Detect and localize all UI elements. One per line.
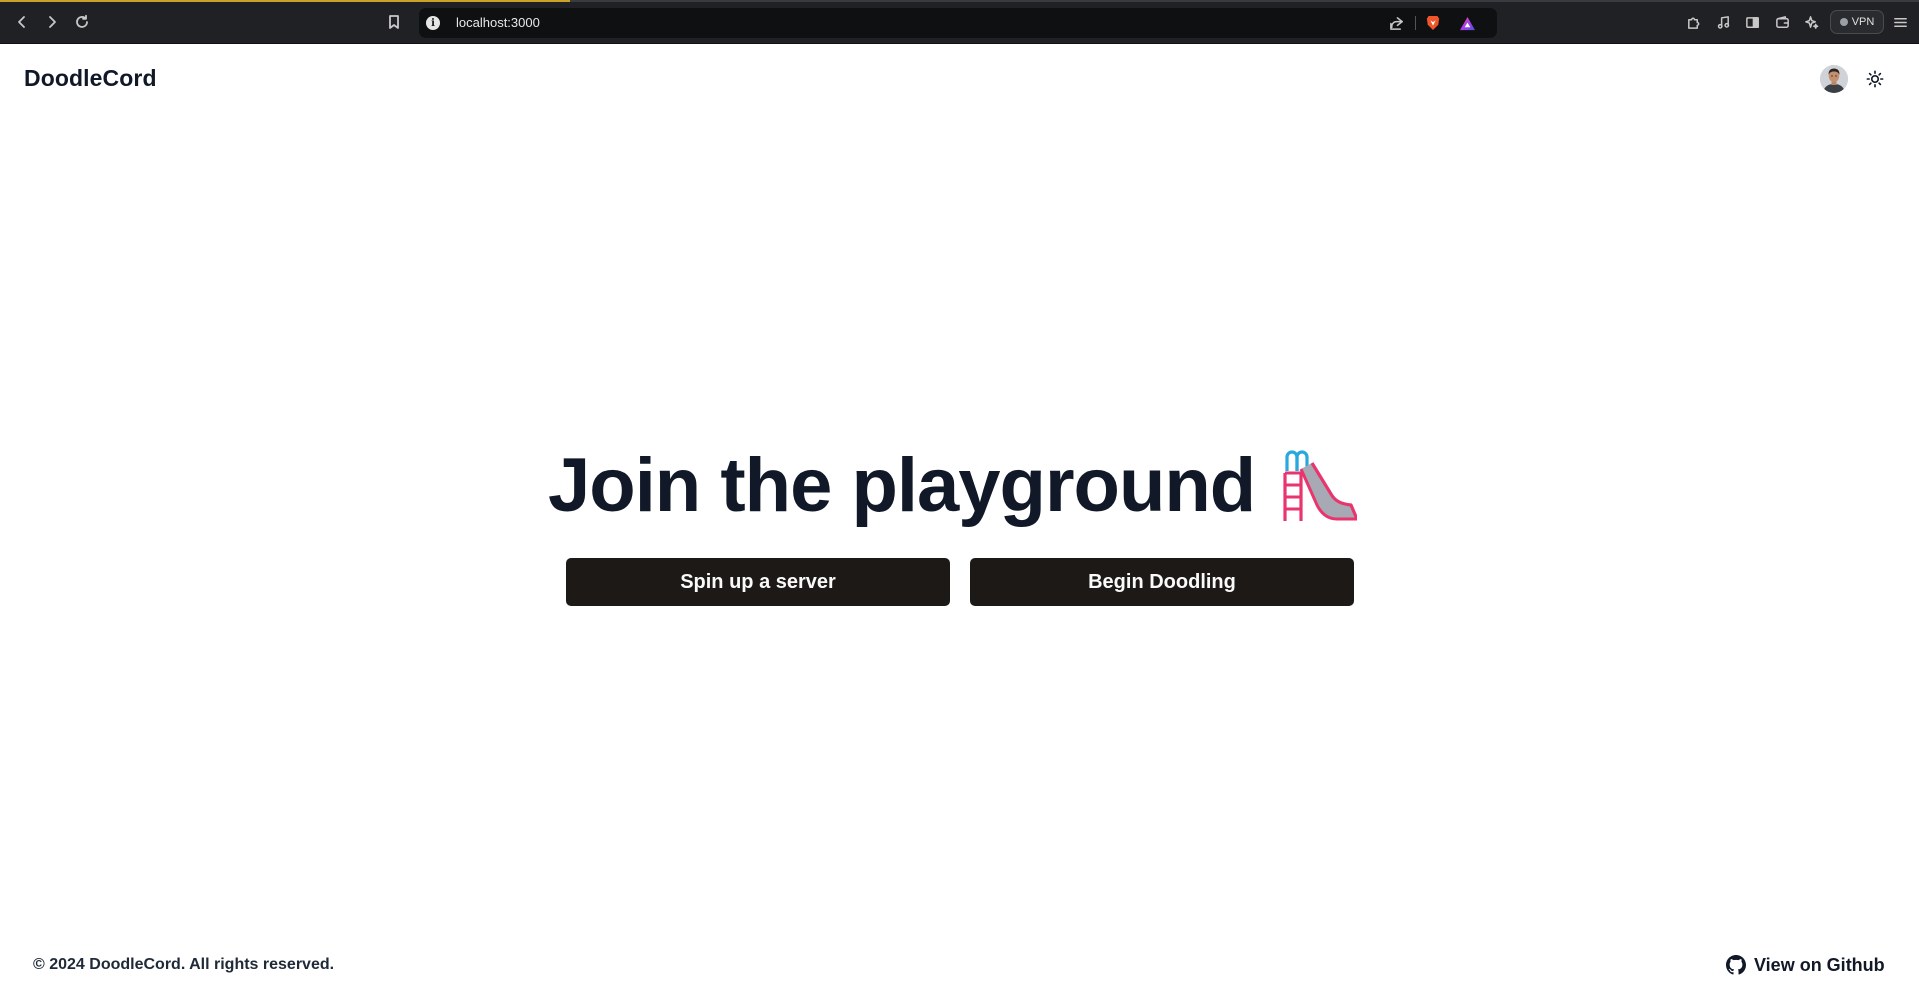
begin-doodling-button[interactable]: Begin Doodling <box>970 558 1354 606</box>
triangle-icon <box>1459 16 1475 30</box>
main-menu-button[interactable] <box>1890 12 1910 32</box>
music-note-icon <box>1717 15 1729 29</box>
sidebar-button[interactable] <box>1742 12 1762 32</box>
avatar[interactable] <box>1820 65 1848 93</box>
reload-icon <box>76 14 88 28</box>
github-icon <box>1726 955 1746 975</box>
media-button[interactable] <box>1713 12 1733 32</box>
sidebar-icon <box>1745 16 1759 28</box>
loading-progress-bar <box>0 0 570 2</box>
playground-slide-icon <box>1283 450 1358 521</box>
share-icon <box>1389 16 1403 30</box>
theme-toggle-button[interactable] <box>1864 68 1886 90</box>
brave-lion-icon <box>1426 16 1440 30</box>
vpn-label: VPN <box>1851 16 1875 28</box>
hamburger-menu-icon <box>1893 17 1907 27</box>
spin-up-server-button[interactable]: Spin up a server <box>566 558 950 606</box>
wallet-button[interactable] <box>1772 12 1792 32</box>
user-avatar-image <box>1820 65 1848 93</box>
sparkle-icon <box>1804 15 1818 29</box>
share-button[interactable] <box>1387 14 1405 32</box>
forward-button[interactable] <box>41 11 63 33</box>
brave-rewards-button[interactable] <box>1458 14 1476 32</box>
extensions-button[interactable] <box>1683 12 1703 32</box>
hero-heading: Join the playground <box>548 440 1358 530</box>
github-link-label: View on Github <box>1754 954 1885 975</box>
url-text[interactable]: localhost:3000 <box>456 15 540 30</box>
url-divider <box>1415 16 1416 30</box>
view-on-github-link[interactable]: View on Github <box>1726 953 1885 977</box>
brave-shields-button[interactable] <box>1424 14 1442 32</box>
hero-title-text: Join the playground <box>548 442 1256 528</box>
bookmark-icon <box>389 15 399 29</box>
sun-icon <box>1866 70 1884 88</box>
leo-ai-button[interactable] <box>1801 12 1821 32</box>
back-button[interactable] <box>11 11 33 33</box>
chevron-left-icon <box>18 16 25 28</box>
vpn-status-dot <box>1839 18 1848 26</box>
vpn-button[interactable]: VPN <box>1830 10 1884 34</box>
puzzle-icon <box>1687 17 1699 29</box>
footer-copyright: © 2024 DoodleCord. All rights reserved. <box>33 956 335 973</box>
wallet-icon <box>1775 15 1789 28</box>
bookmark-button[interactable] <box>383 11 405 33</box>
chevron-right-icon <box>49 16 56 28</box>
browser-toolbar: i localhost:3000 VPN <box>0 0 1919 44</box>
address-bar[interactable]: i localhost:3000 <box>419 8 1497 38</box>
brand-logo-text[interactable]: DoodleCord <box>24 65 157 92</box>
info-icon[interactable]: i <box>426 16 440 30</box>
reload-button[interactable] <box>71 11 93 33</box>
